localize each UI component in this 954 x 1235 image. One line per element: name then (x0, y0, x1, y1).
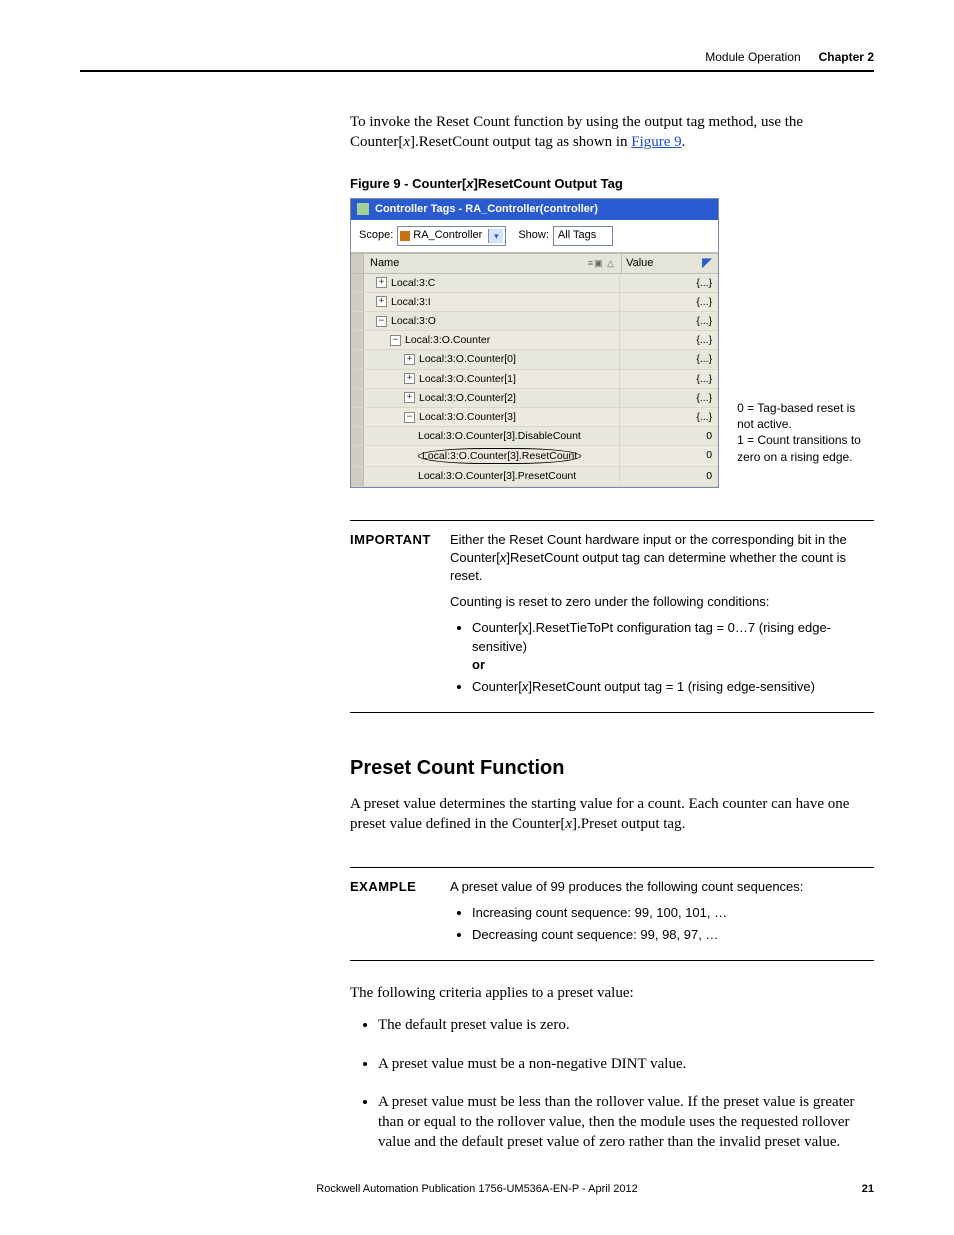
scope-label: Scope: (359, 228, 393, 243)
tag-name: Local:3:O.Counter[2] (419, 391, 516, 405)
expand-icon[interactable]: + (404, 373, 415, 384)
header-chapter: Chapter 2 (819, 50, 874, 64)
app-icon (357, 203, 369, 215)
col-name-header[interactable]: Name (370, 256, 399, 271)
expand-icon[interactable]: + (376, 277, 387, 288)
header-topic: Module Operation (705, 50, 800, 64)
criteria-list: The default preset value is zero. A pres… (350, 1015, 874, 1152)
criteria-lead: The following criteria applies to a pres… (350, 983, 874, 1003)
show-label: Show: (518, 228, 549, 243)
window-toolbar: Scope: RA_Controller Show: All Tags (351, 220, 718, 253)
figure-caption: Figure 9 - Counter[x]ResetCount Output T… (350, 175, 874, 193)
tag-row[interactable]: + Local:3:O.Counter[2] {...} (351, 389, 718, 408)
controller-tags-window: Controller Tags - RA_Controller(controll… (350, 198, 719, 488)
tag-name: Local:3:O.Counter (405, 333, 490, 347)
tag-name: Local:3:O.Counter[0] (419, 352, 516, 366)
collapse-icon[interactable]: − (376, 316, 387, 327)
scope-dropdown[interactable]: RA_Controller (397, 226, 506, 246)
page-header: Module Operation Chapter 2 (80, 50, 874, 72)
important-note: IMPORTANT Either the Reset Count hardwar… (350, 520, 874, 714)
figure-callout: 0 = Tag-based reset is not active. 1 = C… (737, 400, 874, 465)
publication-id: Rockwell Automation Publication 1756-UM5… (316, 1183, 637, 1195)
tag-name: Local:3:C (391, 276, 435, 290)
page-footer: Rockwell Automation Publication 1756-UM5… (80, 1183, 874, 1195)
tag-value: {...} (620, 389, 718, 407)
tag-value: {...} (620, 350, 718, 368)
tag-name: Local:3:O.Counter[3].DisableCount (418, 429, 581, 443)
tag-table-header: Name ≡▣ △ Value (351, 253, 718, 274)
section-heading: Preset Count Function (350, 755, 874, 782)
tag-row[interactable]: Local:3:O.Counter[3].ResetCount 0 (351, 446, 718, 467)
tag-value: 0 (620, 467, 718, 485)
example-label: EXAMPLE (350, 878, 450, 896)
tag-name: Local:3:O (391, 314, 436, 328)
tag-row[interactable]: −Local:3:O.Counter {...} (351, 331, 718, 350)
example-note: EXAMPLE A preset value of 99 produces th… (350, 867, 874, 962)
important-label: IMPORTANT (350, 531, 450, 549)
expand-icon[interactable]: + (404, 392, 415, 403)
tag-row[interactable]: + Local:3:O.Counter[0] {...} (351, 350, 718, 369)
window-titlebar: Controller Tags - RA_Controller(controll… (351, 199, 718, 220)
tag-row[interactable]: + Local:3:O.Counter[1] {...} (351, 370, 718, 389)
tag-row[interactable]: Local:3:O.Counter[3].DisableCount 0 (351, 427, 718, 446)
tag-value: {...} (620, 370, 718, 388)
tag-row[interactable]: + Local:3:I {...} (351, 293, 718, 312)
page-number: 21 (862, 1183, 874, 1195)
tag-row[interactable]: Local:3:O.Counter[3].PresetCount 0 (351, 467, 718, 486)
tag-value: {...} (620, 331, 718, 349)
tag-value: {...} (620, 274, 718, 292)
tag-row[interactable]: −Local:3:O {...} (351, 312, 718, 331)
window-title: Controller Tags - RA_Controller(controll… (375, 202, 598, 217)
tag-name: Local:3:I (391, 295, 431, 309)
expand-icon[interactable]: + (404, 354, 415, 365)
tag-row[interactable]: −Local:3:O.Counter[3] {...} (351, 408, 718, 427)
col-value-header[interactable]: Value (626, 256, 653, 271)
show-field[interactable]: All Tags (553, 226, 613, 246)
tag-name: Local:3:O.Counter[3] (419, 410, 516, 424)
tag-value: {...} (620, 293, 718, 311)
expand-icon[interactable]: + (376, 296, 387, 307)
sort-icons[interactable]: ≡▣ △ (588, 257, 615, 269)
tag-name: Local:3:O.Counter[3].PresetCount (418, 469, 576, 483)
tag-value: 0 (620, 446, 718, 466)
collapse-icon[interactable]: − (404, 412, 415, 423)
tag-name: Local:3:O.Counter[1] (419, 372, 516, 386)
tag-value: 0 (620, 427, 718, 445)
tag-name: Local:3:O.Counter[3].ResetCount (418, 448, 581, 464)
collapse-icon[interactable]: − (390, 335, 401, 346)
section-intro: A preset value determines the starting v… (350, 794, 874, 835)
figure-link[interactable]: Figure 9 (631, 134, 681, 150)
tag-row[interactable]: + Local:3:C {...} (351, 274, 718, 293)
tag-value: {...} (620, 312, 718, 330)
chevron-down-icon (488, 229, 503, 243)
intro-paragraph: To invoke the Reset Count function by us… (350, 112, 874, 153)
tag-value: {...} (620, 408, 718, 426)
value-marker-icon (702, 258, 712, 268)
controller-icon (400, 231, 410, 241)
